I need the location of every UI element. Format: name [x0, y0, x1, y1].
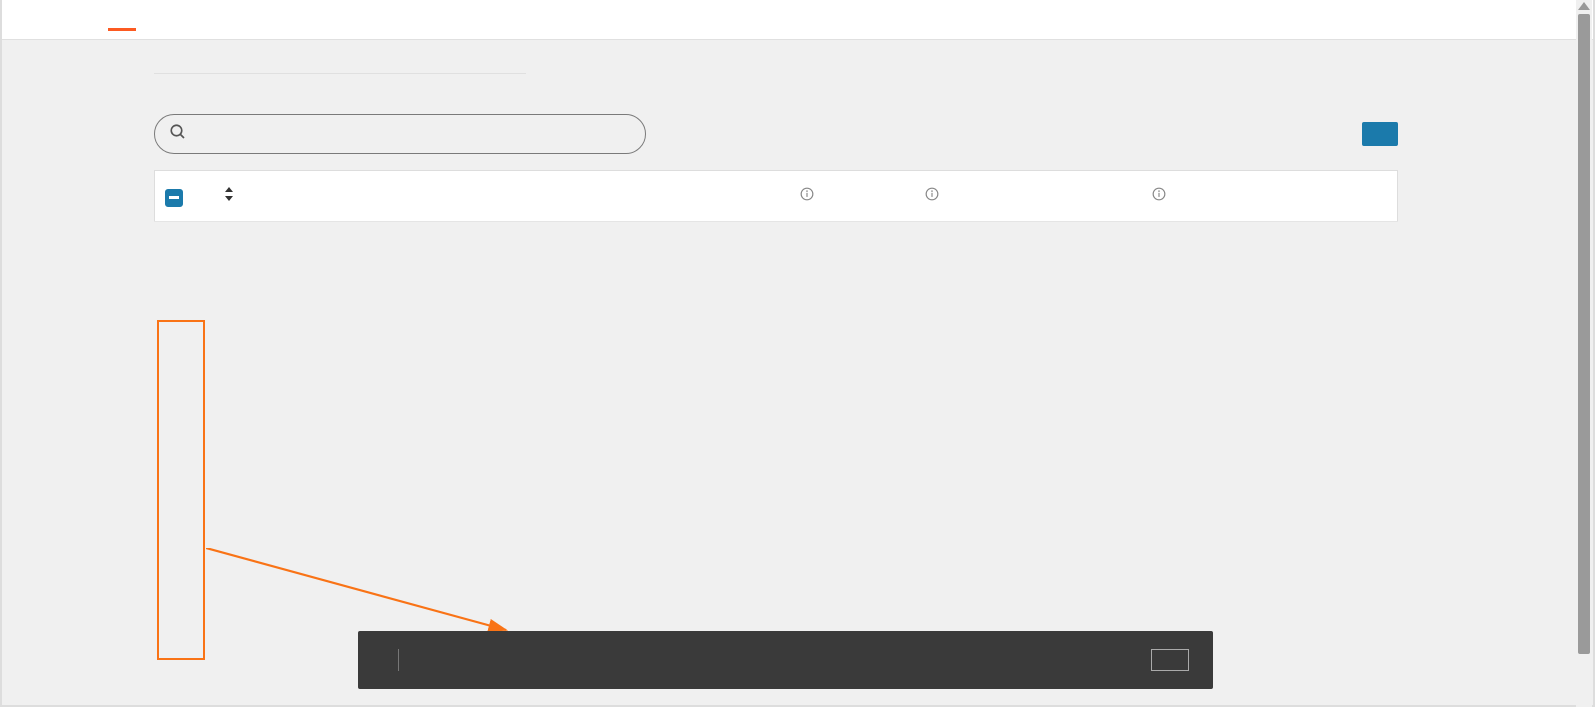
- attributes-table: [154, 170, 1398, 222]
- tab-intents[interactable]: [80, 9, 108, 31]
- info-icon[interactable]: [800, 187, 814, 205]
- sort-icon[interactable]: [224, 187, 234, 205]
- select-all-checkbox[interactable]: [165, 189, 183, 207]
- tab-dialogs[interactable]: [52, 9, 80, 31]
- toast-divider: [398, 649, 399, 671]
- search-icon: [169, 123, 187, 145]
- tab-test[interactable]: [192, 9, 220, 31]
- info-icon[interactable]: [925, 187, 939, 205]
- search-box[interactable]: [154, 114, 646, 154]
- info-icon[interactable]: [1152, 187, 1166, 205]
- scrollbar-thumb[interactable]: [1578, 14, 1590, 654]
- scroll-up-arrow-icon[interactable]: [1578, 2, 1590, 10]
- selection-toast: [358, 631, 1213, 689]
- tab-attributes[interactable]: [108, 9, 136, 31]
- scrollbar[interactable]: [1576, 0, 1592, 707]
- delete-button[interactable]: [1151, 649, 1189, 671]
- add-attribute-button[interactable]: [1362, 122, 1398, 146]
- tab-overview[interactable]: [220, 9, 248, 31]
- tab-keywords[interactable]: [136, 9, 164, 31]
- search-input[interactable]: [195, 126, 631, 143]
- tab-settings[interactable]: [164, 9, 192, 31]
- sub-tabs: [154, 60, 526, 74]
- top-tabs: [2, 0, 1593, 40]
